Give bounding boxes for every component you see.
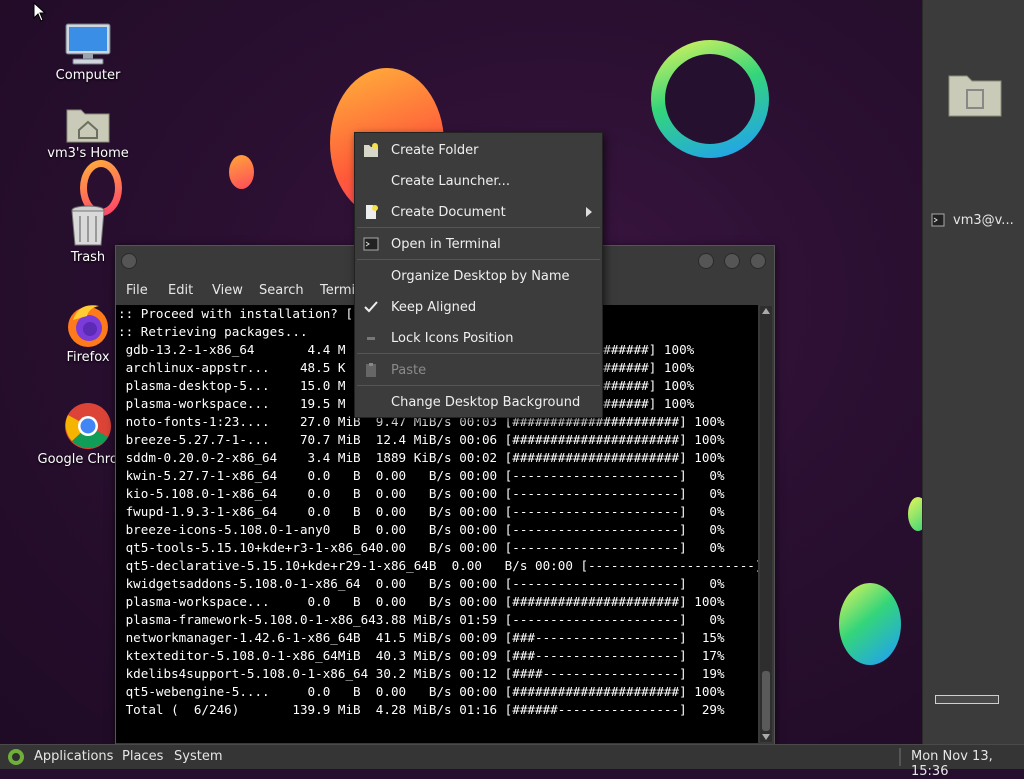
terminal-scrollbar[interactable] xyxy=(760,306,772,742)
menu-item-create-document[interactable]: Create Document xyxy=(355,198,602,226)
scroll-down-arrow-icon[interactable] xyxy=(762,734,770,740)
menu-terminal[interactable]: Termi xyxy=(320,283,355,298)
terminal-line: kwidgetsaddons-5.108.0-1-x86_64 0.00 B/s… xyxy=(118,576,725,591)
menu-item-lock-icons[interactable]: Lock Icons Position xyxy=(355,324,602,352)
trash-icon xyxy=(71,205,105,246)
workspace-indicator[interactable] xyxy=(935,695,999,704)
window-list-item[interactable]: vm3@v... xyxy=(929,211,1023,231)
menu-item-organize-desktop[interactable]: Organize Desktop by Name xyxy=(355,262,602,290)
menu-separator xyxy=(357,353,600,354)
home-folder-icon xyxy=(66,109,110,143)
desktop-context-menu: Create Folder Create Launcher... Create … xyxy=(354,132,603,418)
menu-item-keep-aligned[interactable]: Keep Aligned xyxy=(355,293,602,321)
terminal-line: networkmanager-1.42.6-1-x86_64B 41.5 MiB… xyxy=(118,630,725,645)
terminal-line: Total ( 6/246) 139.9 MiB 4.28 MiB/s 01:1… xyxy=(118,702,725,717)
close-button[interactable] xyxy=(750,253,766,269)
new-document-icon xyxy=(366,205,378,219)
window-list-label: vm3@v... xyxy=(953,213,1014,228)
terminal-line: fwupd-1.9.3-1-x86_64 0.0 B 0.00 B/s 00:0… xyxy=(118,504,725,519)
unchecked-box-icon xyxy=(367,337,375,340)
menu-places[interactable]: Places xyxy=(122,749,163,764)
terminal-line: qt5-webengine-5.... 0.0 B 0.00 B/s 00:00… xyxy=(118,684,725,699)
new-folder-icon xyxy=(364,143,378,157)
wallpaper-ring xyxy=(651,40,769,158)
terminal-line: sddm-0.20.0-2-x86_64 3.4 MiB 1889 KiB/s … xyxy=(118,450,725,465)
terminal-line: kdelibs4support-5.108.0-1-x86_64 30.2 Mi… xyxy=(118,666,725,681)
scroll-thumb[interactable] xyxy=(762,671,770,731)
scroll-up-arrow-icon[interactable] xyxy=(762,308,770,314)
wallpaper-gradient-oval xyxy=(839,583,901,665)
terminal-line: ktexteditor-5.108.0-1-x86_64MiB 40.3 MiB… xyxy=(118,648,725,663)
window-menu-button[interactable] xyxy=(121,253,137,269)
terminal-line: kio-5.108.0-1-x86_64 0.0 B 0.00 B/s 00:0… xyxy=(118,486,725,501)
submenu-arrow-icon xyxy=(586,207,592,217)
computer-icon xyxy=(65,23,111,65)
menu-view[interactable]: View xyxy=(212,283,243,298)
menu-separator xyxy=(357,385,600,386)
menu-edit[interactable]: Edit xyxy=(168,283,193,298)
menu-item-create-launcher[interactable]: Create Launcher... xyxy=(355,167,602,195)
firefox-icon xyxy=(68,305,108,347)
desktop-icon-home[interactable]: vm3's Home xyxy=(33,104,143,161)
terminal-line: kwin-5.27.7-1-x86_64 0.0 B 0.00 B/s 00:0… xyxy=(118,468,725,483)
wallpaper-small-orange-dot xyxy=(229,155,254,189)
terminal-line: plasma-workspace... 0.0 B 0.00 B/s 00:00… xyxy=(118,594,725,609)
terminal-line: breeze-5.27.7-1-... 70.7 MiB 12.4 MiB/s … xyxy=(118,432,725,447)
terminal-line: breeze-icons-5.108.0-1-any0 B 0.00 B/s 0… xyxy=(118,522,725,537)
terminal-icon xyxy=(363,237,379,251)
desktop-icon-computer[interactable]: Computer xyxy=(33,22,143,83)
desktop[interactable]: Computer vm3's Home Trash Firefox Google… xyxy=(0,0,922,744)
menu-file[interactable]: File xyxy=(126,283,148,298)
paste-icon xyxy=(366,363,376,377)
terminal-icon xyxy=(931,213,945,227)
wallpaper-small-green-oval xyxy=(908,497,922,531)
distro-logo-icon[interactable] xyxy=(7,748,25,766)
menu-item-change-background[interactable]: Change Desktop Background xyxy=(355,388,602,416)
menu-item-create-folder[interactable]: Create Folder xyxy=(355,136,602,164)
desktop-icon-label: vm3's Home xyxy=(47,146,129,161)
menu-applications[interactable]: Applications xyxy=(34,749,113,764)
terminal-line: qt5-declarative-5.15.10+kde+r29-1-x86_64… xyxy=(118,558,758,573)
minimize-button[interactable] xyxy=(698,253,714,269)
menu-item-paste: Paste xyxy=(355,356,602,384)
terminal-line: plasma-framework-5.108.0-1-x86_643.88 Mi… xyxy=(118,612,725,627)
clock[interactable]: Mon Nov 13, 15:36 xyxy=(911,749,1024,779)
maximize-button[interactable] xyxy=(724,253,740,269)
menu-separator xyxy=(357,227,600,228)
menu-item-open-terminal[interactable]: Open in Terminal xyxy=(355,230,602,258)
folder-icon[interactable] xyxy=(947,70,1003,118)
checkmark-icon xyxy=(364,301,378,313)
tray-separator xyxy=(899,748,901,766)
side-panel: vm3@v... xyxy=(922,0,1024,744)
desktop-icon-label: Computer xyxy=(55,68,121,83)
mouse-cursor-icon xyxy=(33,2,47,22)
menu-system[interactable]: System xyxy=(174,749,222,764)
menu-search[interactable]: Search xyxy=(259,283,304,298)
chrome-icon xyxy=(65,403,111,449)
taskbar: Applications Places System Mon Nov 13, 1… xyxy=(0,744,1024,779)
menu-separator xyxy=(357,259,600,260)
terminal-line: qt5-tools-5.15.10+kde+r3-1-x86_640.00 B/… xyxy=(118,540,725,555)
